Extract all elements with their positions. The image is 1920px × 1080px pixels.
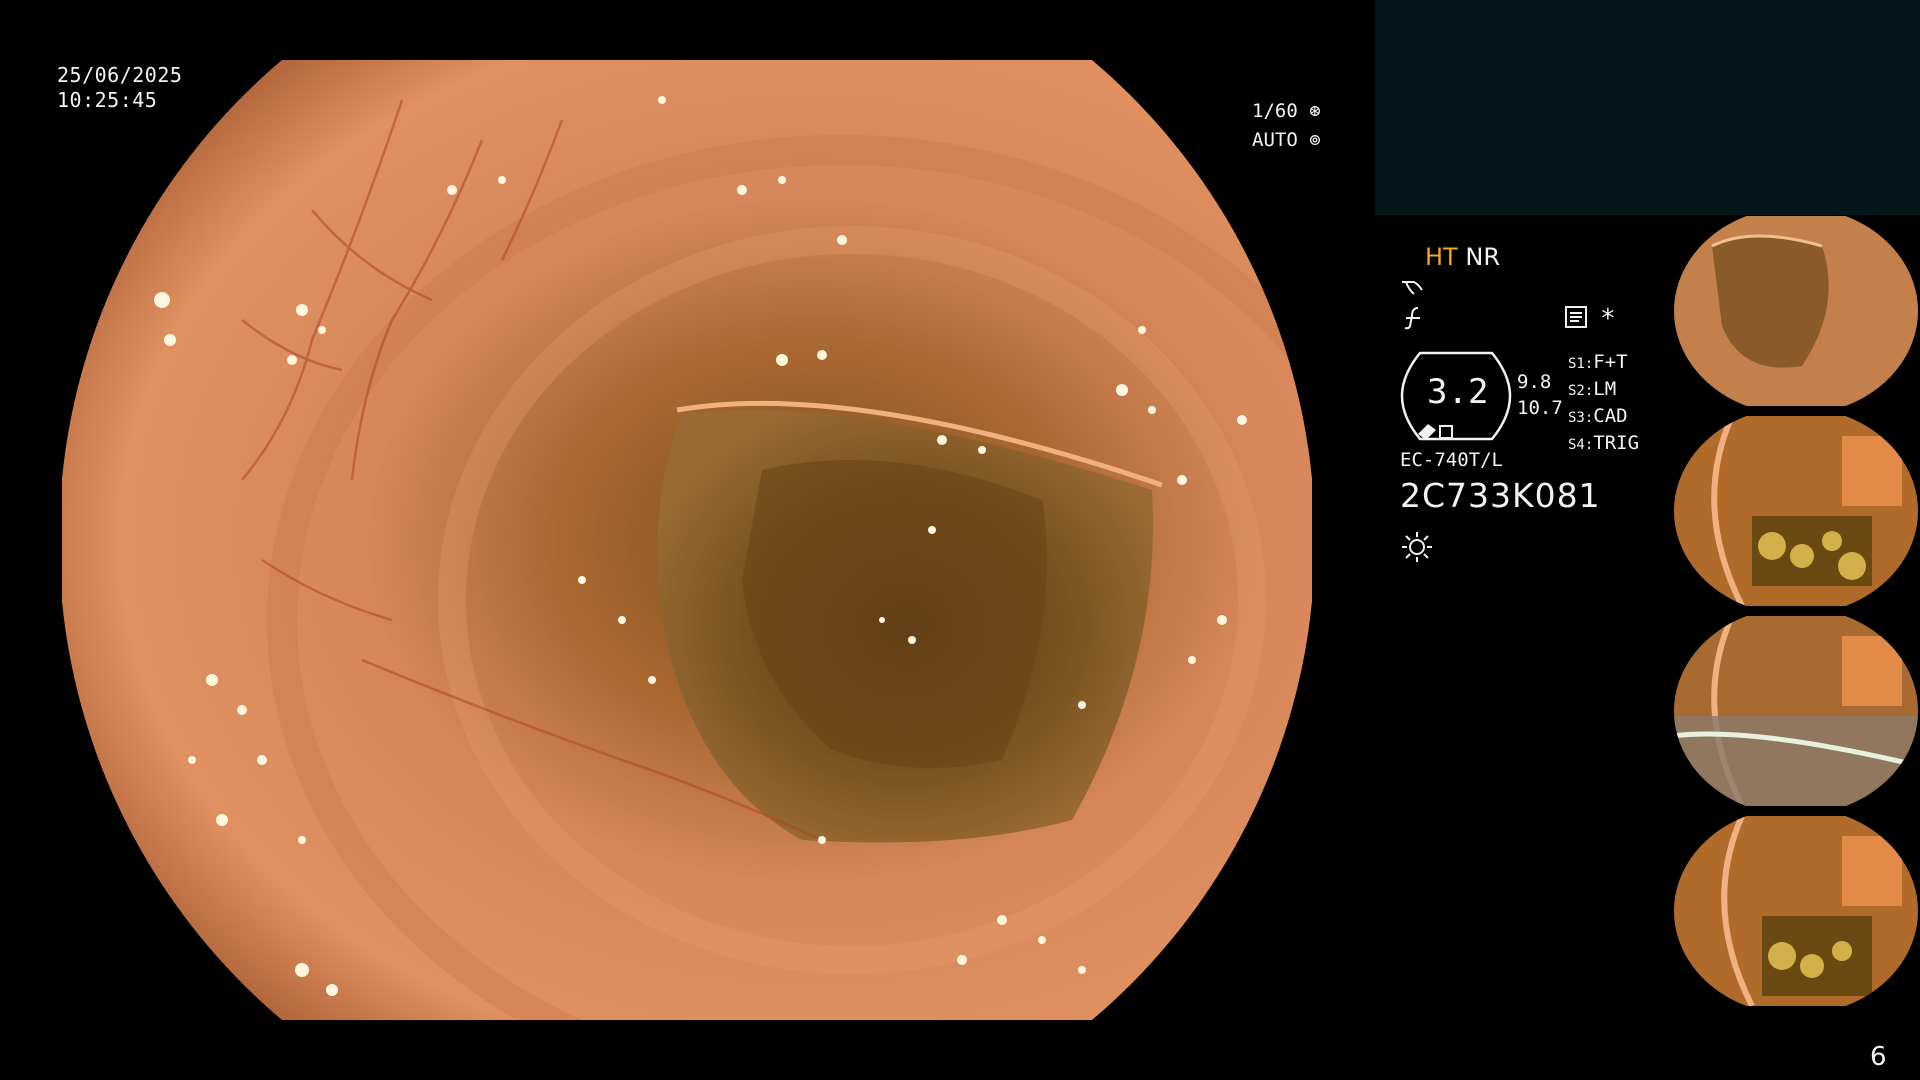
asterisk-indicator: *: [1600, 304, 1616, 334]
light-icon: [1400, 530, 1434, 568]
exam-time: 10:25:45: [57, 88, 158, 112]
enhance-icon: [1400, 306, 1426, 334]
tone-icon: [1400, 276, 1426, 302]
exposure-mode: AUTO ⊚: [1252, 126, 1321, 154]
capture-thumbnail[interactable]: [1672, 216, 1920, 406]
mode-nr: NR: [1465, 243, 1500, 271]
exposure-value: AUTO: [1252, 129, 1298, 151]
capture-thumbnail[interactable]: [1672, 416, 1920, 606]
shutter-speed: 1/60 ⊛: [1252, 97, 1321, 125]
switch-assignments: S1:F+T S2:LM S3:CAD S4:TRIG: [1568, 350, 1639, 458]
scope-model: EC-740T/L: [1400, 449, 1503, 471]
auto-iris-icon: ⊚: [1309, 129, 1321, 151]
zoom-side-bottom: 10.7: [1517, 397, 1563, 419]
switch-row: S3:CAD: [1568, 405, 1628, 427]
page-number: 6: [1870, 1042, 1887, 1072]
capture-thumbnail[interactable]: [1672, 816, 1920, 1006]
zoom-value: 3.2: [1427, 372, 1489, 412]
switch-row: S2:LM: [1568, 378, 1617, 400]
processing-modes: HT NR: [1425, 243, 1500, 271]
mode-ht: HT: [1425, 243, 1458, 271]
scope-serial: 2C733K081: [1400, 476, 1601, 515]
switch-row: S1:F+T: [1568, 351, 1628, 373]
memo-icon: [1565, 306, 1587, 332]
shutter-icon: ⊛: [1309, 100, 1321, 122]
switch-row: S4:TRIG: [1568, 432, 1640, 454]
top-info-panel: [1375, 0, 1920, 215]
endoscope-live-view: [62, 60, 1312, 1020]
zoom-side-top: 9.8: [1517, 371, 1552, 393]
shutter-value: 1/60: [1252, 100, 1298, 122]
exam-date: 25/06/2025: [57, 63, 183, 87]
capture-thumbnail[interactable]: [1672, 616, 1920, 806]
